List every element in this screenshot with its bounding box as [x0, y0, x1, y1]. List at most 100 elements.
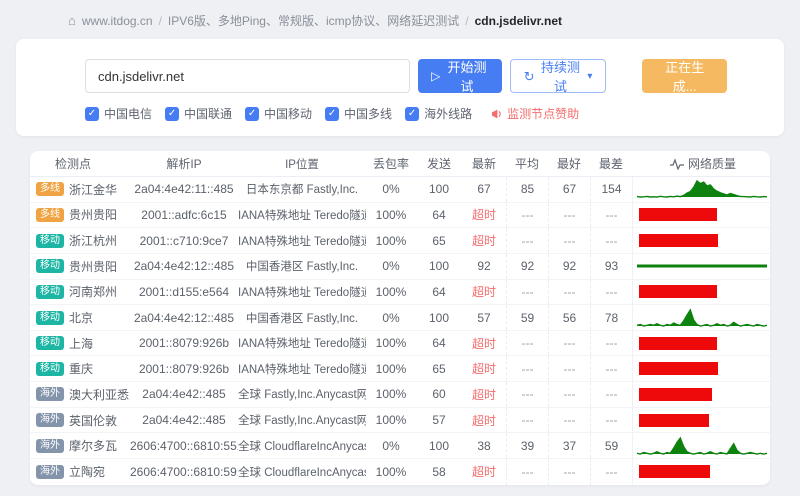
- checkbox-checked-icon: ✓: [405, 106, 420, 121]
- filter-checkbox-unicom[interactable]: ✓ 中国联通: [165, 105, 232, 122]
- ip-location-cell: IANA特殊地址 Teredo隧道地址: [238, 209, 366, 222]
- table-header: 检测点 解析IP IP位置 丢包率 发送 最新 平均 最好 最差 网络质量: [30, 151, 770, 177]
- best-cell: 67: [548, 177, 590, 202]
- start-test-button[interactable]: ▷ 开始测试: [418, 59, 502, 94]
- filter-checkbox-mobile[interactable]: ✓ 中国移动: [245, 105, 312, 122]
- header-packet-loss: 丢包率: [372, 157, 409, 171]
- latest-cell: 超时: [471, 387, 496, 402]
- worst-cell: 93: [590, 253, 632, 279]
- resolved-ip-cell: 2606:4700::6810:5514: [130, 438, 238, 453]
- worst-cell: ---: [590, 279, 632, 305]
- worst-cell: ---: [590, 407, 632, 433]
- header-latest: 最新: [471, 157, 496, 171]
- node-cell: 海外 摩尔多瓦: [30, 437, 130, 454]
- worst-cell: 78: [590, 305, 632, 330]
- continuous-test-label: 持续测试: [540, 60, 580, 94]
- resolved-ip-cell: 2001::adfc:6c15: [141, 207, 227, 222]
- host-input[interactable]: [85, 59, 411, 93]
- sent-cell: 100: [428, 310, 450, 325]
- pulse-icon: [669, 157, 684, 170]
- isp-badge: 移动: [36, 310, 64, 325]
- node-cell: 多线 浙江金华: [30, 181, 130, 198]
- table-row: 移动 河南郑州 2001::d155:e564 IANA特殊地址 Teredo隧…: [30, 279, 770, 306]
- average-cell: ---: [506, 228, 548, 253]
- average-cell: ---: [506, 279, 548, 305]
- quality-chart: [632, 382, 770, 407]
- resolved-ip-cell: 2a04:4e42::485: [142, 387, 226, 402]
- quality-chart: [632, 253, 770, 279]
- sent-cell: 100: [428, 438, 450, 453]
- resolved-ip-cell: 2a04:4e42:12::485: [133, 310, 235, 325]
- table-row: 移动 重庆 2001::8079:926b IANA特殊地址 Teredo隧道地…: [30, 356, 770, 383]
- table-row: 海外 英国伦敦 2a04:4e42::485 全球 Fastly,Inc.Any…: [30, 407, 770, 434]
- sent-cell: 65: [432, 233, 446, 248]
- packet-loss-cell: 100%: [375, 387, 407, 402]
- latest-cell: 38: [477, 438, 491, 453]
- packet-loss-cell: 100%: [375, 361, 407, 376]
- quality-chart: [632, 177, 770, 202]
- node-cell: 海外 立陶宛: [30, 463, 130, 480]
- generating-button[interactable]: 正在生成...: [642, 59, 728, 94]
- node-cell: 移动 河南郑州: [30, 283, 130, 300]
- quality-chart: [632, 202, 770, 228]
- breadcrumb-path-link[interactable]: IPV6版、多地Ping、常规版、icmp协议、网络延迟测试: [168, 12, 459, 29]
- home-icon: ⌂: [68, 13, 76, 28]
- latest-cell: 超时: [471, 336, 496, 351]
- filter-label: 中国多线: [344, 107, 393, 121]
- worst-cell: ---: [590, 202, 632, 228]
- node-name: 重庆: [69, 362, 94, 377]
- isp-badge: 移动: [36, 361, 64, 376]
- generating-label: 正在生成...: [665, 60, 705, 94]
- node-cell: 移动 贵州贵阳: [30, 258, 130, 275]
- best-cell: 92: [548, 253, 590, 279]
- worst-cell: 59: [590, 433, 632, 459]
- quality-chart: [632, 305, 770, 330]
- packet-loss-cell: 0%: [382, 310, 400, 325]
- checkbox-checked-icon: ✓: [325, 106, 340, 121]
- best-cell: 37: [548, 433, 590, 459]
- node-name: 浙江金华: [69, 182, 118, 197]
- breadcrumb-separator: /: [465, 13, 469, 28]
- sponsor-link[interactable]: 监测节点赞助: [491, 105, 579, 122]
- packet-loss-cell: 0%: [382, 182, 400, 197]
- latest-cell: 超时: [471, 208, 496, 223]
- filter-checkbox-overseas[interactable]: ✓ 海外线路: [405, 105, 472, 122]
- megaphone-icon: [492, 109, 501, 118]
- loop-icon: ↻: [523, 68, 535, 84]
- filter-label: 中国电信: [104, 107, 153, 121]
- checkbox-checked-icon: ✓: [165, 106, 180, 121]
- quality-chart: [632, 228, 770, 253]
- resolved-ip-cell: 2001::c710:9ce7: [139, 233, 229, 248]
- header-worst: 最差: [598, 157, 623, 171]
- worst-cell: ---: [590, 356, 632, 382]
- worst-cell: ---: [590, 459, 632, 485]
- packet-loss-cell: 100%: [375, 284, 407, 299]
- isp-badge: 多线: [36, 182, 64, 197]
- ip-location-cell: IANA特殊地址 Teredo隧道地址: [238, 235, 366, 248]
- continuous-test-button[interactable]: ↻ 持续测试 ▾: [509, 59, 607, 94]
- quality-chart: [632, 459, 770, 485]
- isp-badge: 多线: [36, 207, 64, 222]
- breadcrumb-site-link[interactable]: www.itdog.cn: [82, 14, 153, 28]
- best-cell: ---: [548, 279, 590, 305]
- latest-cell: 超时: [471, 413, 496, 428]
- isp-badge: 海外: [36, 464, 64, 479]
- best-cell: ---: [548, 407, 590, 433]
- filter-checkbox-multiline[interactable]: ✓ 中国多线: [325, 105, 392, 122]
- table-body: 多线 浙江金华 2a04:4e42:11::485 日本东京都 Fastly,I…: [30, 177, 770, 485]
- latest-cell: 超时: [471, 234, 496, 249]
- node-name: 澳大利亚悉尼: [69, 387, 130, 402]
- breadcrumb-separator: /: [158, 13, 162, 28]
- resolved-ip-cell: 2a04:4e42:11::485: [134, 182, 234, 197]
- breadcrumb-target: cdn.jsdelivr.net: [474, 13, 562, 28]
- node-name: 立陶宛: [69, 465, 106, 480]
- quality-chart: [632, 407, 770, 433]
- node-name: 浙江杭州: [69, 234, 118, 249]
- latest-cell: 57: [477, 310, 491, 325]
- isp-badge: 海外: [36, 413, 64, 428]
- filter-checkbox-telecom[interactable]: ✓ 中国电信: [85, 105, 152, 122]
- average-cell: 85: [506, 177, 548, 202]
- sent-cell: 100: [428, 182, 450, 197]
- latest-cell: 92: [477, 259, 491, 274]
- chevron-down-icon: ▾: [587, 70, 593, 82]
